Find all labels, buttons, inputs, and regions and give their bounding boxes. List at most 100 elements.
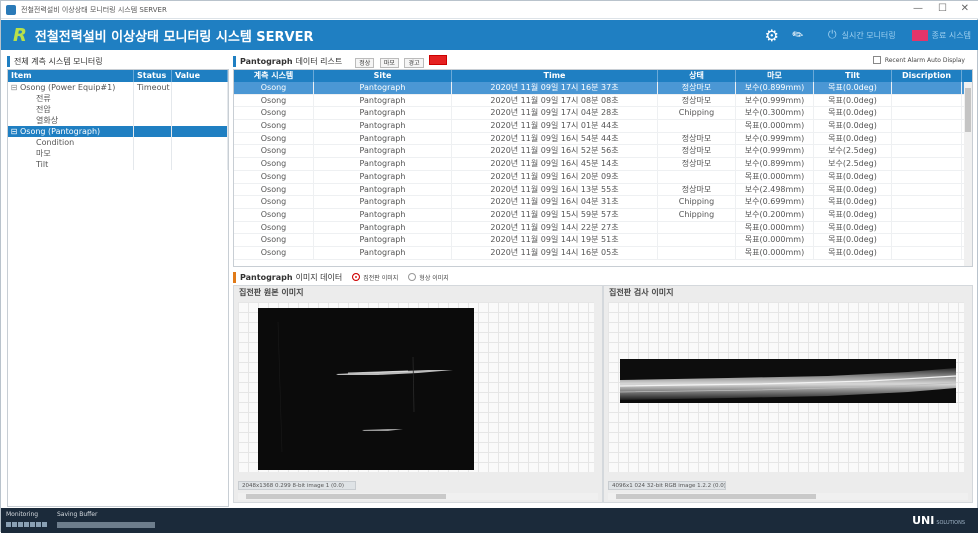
- saving-buffer-label: Saving Buffer: [57, 511, 98, 518]
- table-row[interactable]: Osong Pantograph 2020년 11월 09일 15시 59분 57초…: [234, 208, 972, 222]
- cell-wear: 보수(0.699mm): [736, 196, 814, 208]
- table-row[interactable]: Osong Pantograph 2020년 11월 09일 17시 01분 44초…: [234, 120, 972, 133]
- app-window: 전철전력설비 이상상태 모니터링 시스템 SERVER — ☐ ✕ R 전철전력…: [0, 0, 978, 533]
- table-row[interactable]: Osong Pantograph 2020년 11월 09일 16시 13분 55초…: [234, 183, 972, 197]
- table-row[interactable]: Osong Pantograph 2020년 11월 09일 14시 19분 51초…: [234, 234, 972, 247]
- column-header-wear[interactable]: 마모: [736, 70, 814, 82]
- realtime-monitoring-button[interactable]: ⏻ 실시간 모니터링: [820, 20, 904, 50]
- table-row[interactable]: Osong Pantograph 2020년 11월 09일 14시 16분 05초…: [234, 246, 972, 260]
- original-image-canvas[interactable]: [238, 302, 594, 472]
- column-header-system[interactable]: 계측 시스템: [234, 70, 314, 82]
- cell-site: Pantograph: [314, 82, 452, 94]
- recent-alarm-label: Recent Alarm Auto Display: [884, 56, 965, 64]
- original-image-scrollbar[interactable]: [238, 493, 598, 500]
- tree-item-label-cell[interactable]: ⊟ Osong (Power Equip#1): [8, 82, 134, 93]
- checkbox-box[interactable]: [872, 56, 881, 64]
- cell-state: Chipping: [658, 107, 736, 120]
- column-header-tilt[interactable]: Tilt: [814, 70, 892, 82]
- radio-dot[interactable]: [408, 273, 417, 281]
- tree-item-value: [172, 93, 228, 104]
- tree-row[interactable]: 전류: [8, 93, 228, 104]
- scrollbar-thumb[interactable]: [616, 494, 816, 499]
- radio-dot[interactable]: [352, 273, 361, 281]
- cell-tilt: 목표(0.0deg): [814, 221, 892, 234]
- cell-system: Osong: [234, 221, 314, 234]
- radio-collector-image[interactable]: 집전판 이미지: [352, 273, 398, 282]
- tree-item-status: [134, 137, 172, 148]
- tree-row[interactable]: 전압: [8, 104, 228, 115]
- cell-tilt: 보수(2.5deg): [814, 145, 892, 158]
- table-row[interactable]: Osong Pantograph 2020년 11월 09일 16시 52분 56초…: [234, 145, 972, 159]
- tree-item-label-cell[interactable]: 마모: [8, 148, 134, 159]
- tree-item-label-cell[interactable]: 전압: [8, 104, 134, 115]
- minimize-button[interactable]: —: [913, 3, 923, 14]
- cell-state: 정상마모: [658, 145, 736, 158]
- radio-shape-image[interactable]: 형상 이미지: [408, 273, 449, 282]
- cell-wear: 보수(0.999mm): [736, 94, 814, 107]
- column-header-state[interactable]: 상태: [658, 70, 736, 82]
- table-row[interactable]: Osong Pantograph 2020년 11월 09일 17시 08분 08초…: [234, 94, 972, 108]
- filter-warning-button[interactable]: 경고: [404, 57, 424, 68]
- inspection-image-scrollbar[interactable]: [608, 493, 968, 500]
- cell-time: 2020년 11월 09일 16시 13분 55초: [452, 183, 658, 196]
- exit-system-button[interactable]: 종료 시스템: [903, 20, 978, 50]
- grid-scrollbar[interactable]: [964, 82, 972, 266]
- cell-tilt: 보수(2.5deg): [814, 158, 892, 170]
- brand-name: UNI: [912, 514, 935, 527]
- tree-row[interactable]: ⊟ Osong (Power Equip#1) Timeout: [8, 82, 228, 93]
- scrollbar-thumb[interactable]: [965, 88, 971, 132]
- plug-icon[interactable]: ✎: [790, 26, 808, 45]
- tree-row[interactable]: ⊟ Osong (Pantograph): [8, 126, 228, 137]
- cell-time: 2020년 11월 09일 16시 20분 09초: [452, 170, 658, 183]
- brand-logo: UNI SOLUTIONS: [912, 514, 965, 527]
- recent-alarm-checkbox[interactable]: Recent Alarm Auto Display: [872, 56, 965, 64]
- column-header-description[interactable]: Discription: [892, 70, 962, 82]
- cell-description: [892, 170, 962, 183]
- cell-tilt: 목표(0.0deg): [814, 234, 892, 246]
- tree-item-label-cell[interactable]: 전류: [8, 93, 134, 104]
- inspection-image-canvas[interactable]: [608, 302, 964, 472]
- table-row[interactable]: Osong Pantograph 2020년 11월 09일 14시 22분 27초…: [234, 221, 972, 235]
- expand-icon[interactable]: ⊟: [8, 82, 20, 93]
- filter-wear-button[interactable]: 마모: [379, 57, 399, 68]
- gear-icon[interactable]: ⚙: [765, 26, 779, 45]
- column-header-value[interactable]: Value: [172, 70, 228, 82]
- column-header-item[interactable]: Item: [8, 70, 134, 82]
- cell-site: Pantograph: [314, 170, 452, 183]
- tree-item-label-cell[interactable]: Condition: [8, 137, 134, 148]
- table-row[interactable]: Osong Pantograph 2020년 11월 09일 17시 04분 28초…: [234, 107, 972, 121]
- tree-item-label-cell[interactable]: ⊟ Osong (Pantograph): [8, 126, 134, 137]
- tree-item-label-cell[interactable]: Tilt: [8, 159, 134, 170]
- cell-site: Pantograph: [314, 132, 452, 145]
- column-header-status[interactable]: Status: [134, 70, 172, 82]
- column-header-site[interactable]: Site: [314, 70, 452, 82]
- scrollbar-thumb[interactable]: [246, 494, 446, 499]
- section-header: 전체 계측 시스템 모니터링: [7, 53, 229, 69]
- filter-normal-button[interactable]: 정상: [355, 57, 375, 68]
- tree-row[interactable]: Tilt: [8, 159, 228, 170]
- close-button[interactable]: ✕: [961, 3, 969, 14]
- table-row[interactable]: Osong Pantograph 2020년 11월 09일 16시 45분 14초…: [234, 158, 972, 171]
- radio-label: 집전판 이미지: [363, 274, 399, 282]
- data-panel: Pantograph 데이터 리스트 정상 마모 경고 Recent Alarm…: [233, 53, 973, 507]
- cell-state: 정상마모: [658, 158, 736, 170]
- table-row[interactable]: Osong Pantograph 2020년 11월 09일 16시 04분 31초…: [234, 196, 972, 209]
- app-icon: [6, 4, 16, 15]
- table-row[interactable]: Osong Pantograph 2020년 11월 09일 16시 20분 09초…: [234, 170, 972, 184]
- tree-item-label: 전류: [36, 94, 51, 103]
- maximize-button[interactable]: ☐: [938, 3, 947, 14]
- cell-description: [892, 120, 962, 132]
- cell-state: 정상마모: [658, 94, 736, 107]
- expand-icon[interactable]: ⊟: [8, 126, 20, 137]
- cell-wear: 목표(0.000mm): [736, 120, 814, 132]
- table-row[interactable]: Osong Pantograph 2020년 11월 09일 17시 16분 37초…: [234, 82, 972, 95]
- tree-row[interactable]: 마모: [8, 148, 228, 159]
- column-header-time[interactable]: Time: [452, 70, 658, 82]
- filter-alarm-button[interactable]: [429, 54, 448, 65]
- tree-item-label-cell[interactable]: 열화상: [8, 115, 134, 126]
- realtime-monitoring-label: 실시간 모니터링: [841, 30, 896, 40]
- tree-row[interactable]: 열화상: [8, 115, 228, 126]
- tree-row[interactable]: Condition: [8, 137, 228, 148]
- table-row[interactable]: Osong Pantograph 2020년 11월 09일 16시 54분 44초…: [234, 132, 972, 146]
- window-title: 전철전력설비 이상상태 모니터링 시스템 SERVER: [21, 5, 167, 14]
